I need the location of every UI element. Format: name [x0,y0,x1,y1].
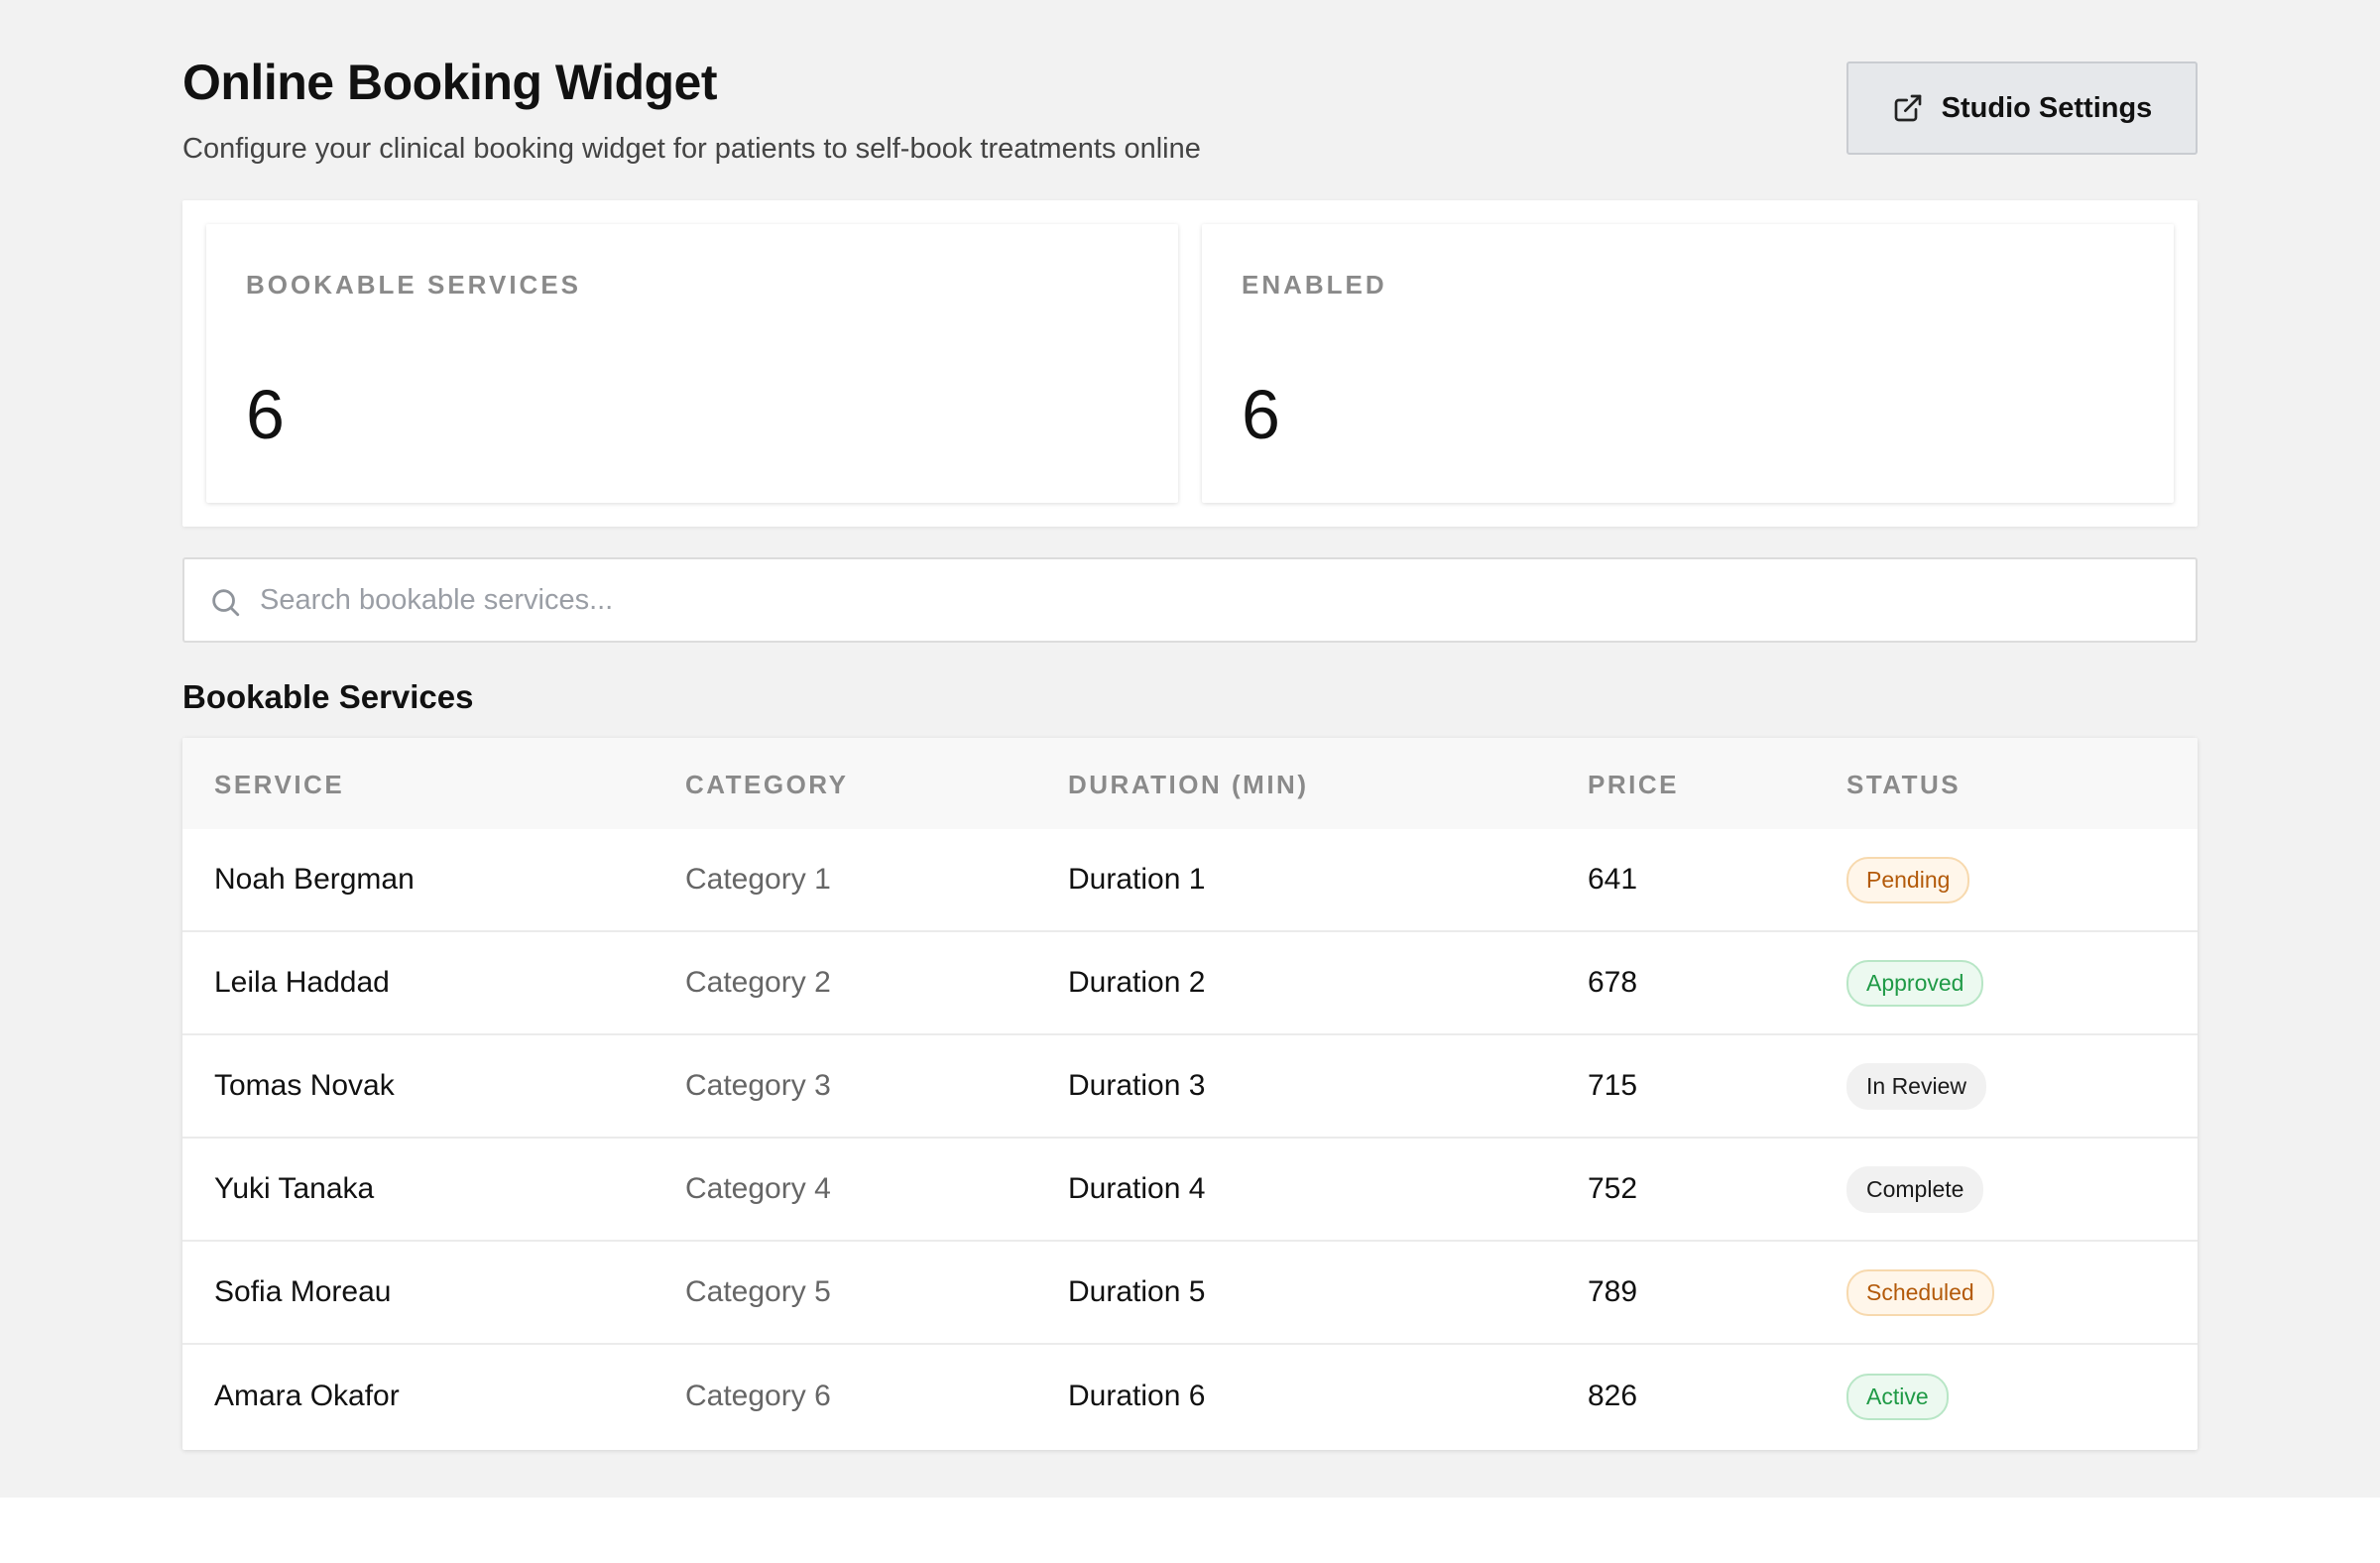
page-subtitle: Configure your clinical booking widget f… [182,133,1201,165]
column-header-status[interactable]: STATUS [1846,770,1961,800]
table-row[interactable]: Amara Okafor Category 6 Duration 6 826 A… [182,1345,2198,1448]
service-cell: Yuki Tanaka [214,1172,375,1205]
status-badge: Approved [1846,959,1984,1007]
status-badge: In Review [1846,1062,1986,1110]
category-cell: Category 4 [685,1172,831,1205]
price-cell: 826 [1588,1380,1638,1412]
column-header-price[interactable]: PRICE [1588,770,1679,800]
stat-label: BOOKABLE SERVICES [246,270,582,300]
page-header: Online Booking Widget Configure your cli… [182,54,2198,173]
duration-cell: Duration 2 [1068,966,1206,999]
status-badge: Pending [1846,856,1970,903]
app-background: Online Booking Widget Configure your cli… [0,0,2380,1498]
category-cell: Category 5 [685,1275,831,1308]
price-cell: 641 [1588,863,1638,896]
status-badge: Active [1846,1373,1949,1420]
duration-cell: Duration 4 [1068,1172,1206,1205]
price-cell: 789 [1588,1275,1638,1308]
table-row[interactable]: Noah Bergman Category 1 Duration 1 641 P… [182,829,2198,932]
status-badge: Scheduled [1846,1268,1994,1316]
search-box [182,557,2198,643]
category-cell: Category 6 [685,1380,831,1412]
column-header-duration[interactable]: DURATION (MIN) [1068,770,1308,800]
duration-cell: Duration 1 [1068,863,1206,896]
service-cell: Noah Bergman [214,863,415,896]
status-badge: Complete [1846,1165,1984,1213]
category-cell: Category 3 [685,1069,831,1102]
stats-panel: BOOKABLE SERVICES 6 ENABLED 6 [182,200,2198,527]
category-cell: Category 2 [685,966,831,999]
category-cell: Category 1 [685,863,831,896]
table-row[interactable]: Sofia Moreau Category 5 Duration 5 789 S… [182,1242,2198,1345]
table-header: SERVICE CATEGORY DURATION (MIN) PRICE ST… [182,738,2198,829]
external-link-icon [1894,94,1921,122]
table-row[interactable]: Tomas Novak Category 3 Duration 3 715 In… [182,1035,2198,1139]
status-cell: Active [1846,1345,1949,1448]
column-header-category[interactable]: CATEGORY [685,770,848,800]
services-table: SERVICE CATEGORY DURATION (MIN) PRICE ST… [182,738,2198,1450]
search-icon [212,589,240,617]
duration-cell: Duration 6 [1068,1380,1206,1412]
duration-cell: Duration 5 [1068,1275,1206,1308]
page-title: Online Booking Widget [182,55,718,110]
table-row[interactable]: Leila Haddad Category 2 Duration 2 678 A… [182,932,2198,1035]
stat-card-enabled: ENABLED 6 [1202,224,2174,503]
section-title: Bookable Services [182,678,474,715]
table-row[interactable]: Yuki Tanaka Category 4 Duration 4 752 Co… [182,1139,2198,1242]
stat-label: ENABLED [1242,270,1387,300]
price-cell: 678 [1588,966,1638,999]
stat-card-bookable-services: BOOKABLE SERVICES 6 [206,224,1178,503]
status-cell: Scheduled [1846,1242,1994,1343]
stat-value: 6 [246,376,285,453]
duration-cell: Duration 3 [1068,1069,1206,1102]
service-cell: Tomas Novak [214,1069,395,1102]
service-cell: Amara Okafor [214,1380,400,1412]
service-cell: Leila Haddad [214,966,390,999]
studio-settings-button[interactable]: Studio Settings [1846,61,2198,155]
stat-value: 6 [1242,376,1280,453]
price-cell: 752 [1588,1172,1638,1205]
column-header-service[interactable]: SERVICE [214,770,344,800]
price-cell: 715 [1588,1069,1638,1102]
status-cell: In Review [1846,1035,1986,1137]
status-cell: Pending [1846,829,1970,930]
search-input[interactable] [260,559,2164,641]
status-cell: Approved [1846,932,1984,1033]
studio-settings-label: Studio Settings [1941,91,2153,124]
status-cell: Complete [1846,1139,1984,1240]
service-cell: Sofia Moreau [214,1275,392,1308]
